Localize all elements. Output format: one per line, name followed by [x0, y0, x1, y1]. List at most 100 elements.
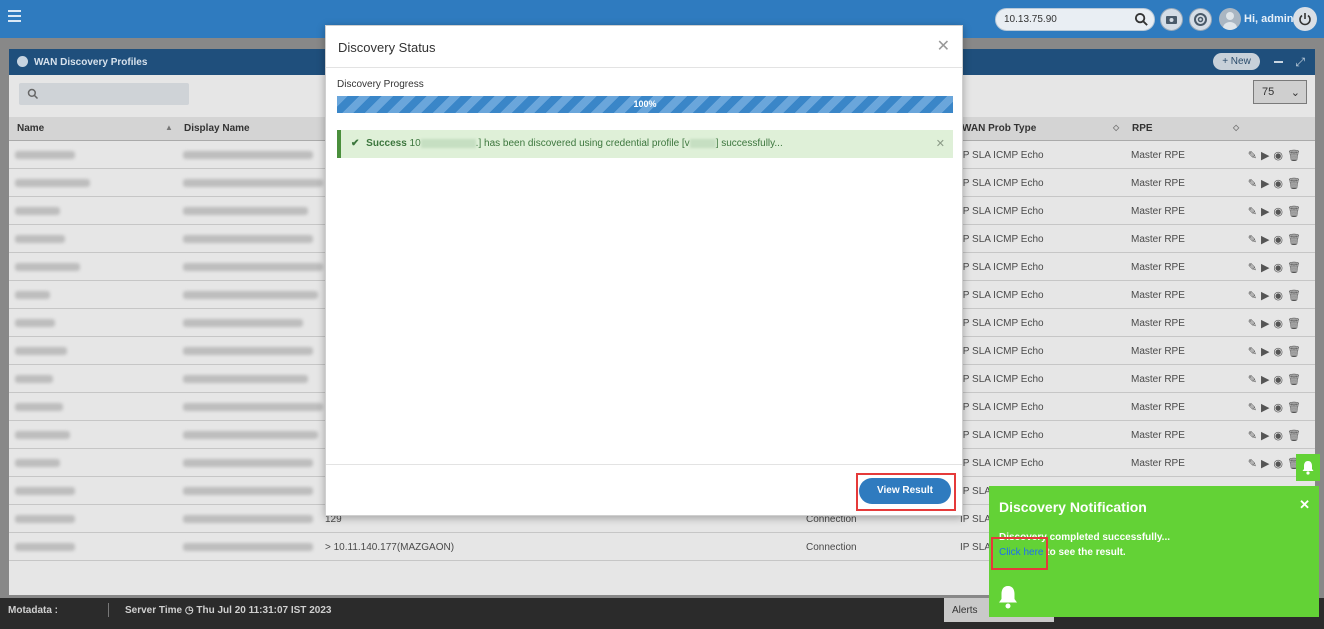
trash-icon[interactable]: 🗑	[1287, 345, 1301, 358]
rpe-cell: Master RPE	[1131, 402, 1185, 413]
edit-icon[interactable]: ✎	[1248, 317, 1257, 330]
global-search-input[interactable]: 10.13.75.90	[995, 8, 1155, 31]
avatar[interactable]	[1219, 8, 1241, 30]
redacted-display-name	[183, 235, 313, 243]
play-icon[interactable]: ▶	[1261, 429, 1269, 442]
trash-icon[interactable]: 🗑	[1287, 401, 1301, 414]
progress-label: Discovery Progress	[337, 79, 424, 90]
edit-icon[interactable]: ✎	[1248, 429, 1257, 442]
column-display-name[interactable]: Display Name	[184, 123, 250, 134]
display-name-cell: > 10.11.140.177(MAZGAON)	[325, 542, 455, 553]
chevron-down-icon: ⌄	[1290, 87, 1300, 99]
view-icon[interactable]: ◉	[1273, 149, 1283, 162]
maximize-icon[interactable]: ⤢	[1295, 55, 1305, 70]
rpe-cell: Master RPE	[1131, 262, 1185, 273]
sort-icon[interactable]: ◇	[1233, 123, 1239, 132]
power-icon[interactable]	[1293, 7, 1317, 31]
play-icon[interactable]: ▶	[1261, 233, 1269, 246]
column-wan-prob-type[interactable]: WAN Prob Type	[962, 123, 1036, 134]
column-rpe[interactable]: RPE	[1132, 123, 1153, 134]
redacted-name	[15, 179, 90, 187]
trash-icon[interactable]: 🗑	[1287, 205, 1301, 218]
bell-icon	[999, 586, 1017, 609]
trash-icon[interactable]: 🗑	[1287, 373, 1301, 386]
play-icon[interactable]: ▶	[1261, 317, 1269, 330]
alert-close-icon[interactable]: ✕	[936, 137, 945, 150]
rpe-cell: Master RPE	[1131, 290, 1185, 301]
wan-prob-type-cell: IP SLA	[960, 514, 991, 525]
alert-ip-prefix: 10	[409, 138, 421, 149]
trash-icon[interactable]: 🗑	[1287, 233, 1301, 246]
search-icon[interactable]	[1134, 12, 1149, 27]
page-size-value: 75	[1262, 86, 1275, 98]
edit-icon[interactable]: ✎	[1248, 457, 1257, 470]
rpe-cell: Master RPE	[1131, 346, 1185, 357]
view-icon[interactable]: ◉	[1273, 401, 1283, 414]
view-icon[interactable]: ◉	[1273, 289, 1283, 302]
minimize-icon[interactable]	[1274, 61, 1283, 63]
edit-icon[interactable]: ✎	[1248, 205, 1257, 218]
column-name[interactable]: Name	[17, 123, 44, 134]
trash-icon[interactable]: 🗑	[1287, 429, 1301, 442]
rpe-cell: Master RPE	[1131, 234, 1185, 245]
view-icon[interactable]: ◉	[1273, 261, 1283, 274]
wan-prob-type-cell: IP SLA ICMP Echo	[960, 234, 1044, 245]
view-icon[interactable]: ◉	[1273, 205, 1283, 218]
play-icon[interactable]: ▶	[1261, 345, 1269, 358]
view-icon[interactable]: ◉	[1273, 457, 1283, 470]
view-icon[interactable]: ◉	[1273, 429, 1283, 442]
edit-icon[interactable]: ✎	[1248, 373, 1257, 386]
camera-icon[interactable]	[1160, 8, 1183, 31]
notification-tab[interactable]	[1296, 454, 1320, 481]
sort-asc-icon[interactable]: ▲	[165, 123, 173, 132]
success-alert: ✔ Success 10 .] has been discovered using…	[337, 130, 953, 158]
play-icon[interactable]: ▶	[1261, 177, 1269, 190]
wan-prob-type-cell: IP SLA ICMP Echo	[960, 290, 1044, 301]
divider	[108, 603, 109, 617]
trash-icon[interactable]: 🗑	[1287, 149, 1301, 162]
trash-icon[interactable]: 🗑	[1287, 317, 1301, 330]
view-icon[interactable]: ◉	[1273, 317, 1283, 330]
play-icon[interactable]: ▶	[1261, 401, 1269, 414]
row-actions: ✎ ▶ ◉ 🗑	[1248, 289, 1301, 302]
trash-icon[interactable]: 🗑	[1287, 289, 1301, 302]
edit-icon[interactable]: ✎	[1248, 177, 1257, 190]
edit-icon[interactable]: ✎	[1248, 345, 1257, 358]
play-icon[interactable]: ▶	[1261, 457, 1269, 470]
close-icon[interactable]: ✕	[1299, 497, 1310, 513]
redacted-display-name	[183, 487, 313, 495]
play-icon[interactable]: ▶	[1261, 261, 1269, 274]
redacted-name	[15, 235, 65, 243]
edit-icon[interactable]: ✎	[1248, 401, 1257, 414]
page-size-select[interactable]: 75 ⌄	[1253, 80, 1307, 104]
help-icon[interactable]	[1189, 8, 1212, 31]
play-icon[interactable]: ▶	[1261, 205, 1269, 218]
wan-prob-type-cell: IP SLA ICMP Echo	[960, 430, 1044, 441]
redacted-ip	[420, 138, 476, 148]
play-icon[interactable]: ▶	[1261, 289, 1269, 302]
redacted-name	[15, 459, 60, 467]
close-icon[interactable]: ✕	[937, 36, 950, 56]
trash-icon[interactable]: 🗑	[1287, 261, 1301, 274]
global-search-value: 10.13.75.90	[1004, 14, 1057, 25]
rpe-cell: Master RPE	[1131, 206, 1185, 217]
edit-icon[interactable]: ✎	[1248, 233, 1257, 246]
user-greeting[interactable]: Hi, admin	[1244, 13, 1294, 25]
view-icon[interactable]: ◉	[1273, 177, 1283, 190]
view-icon[interactable]: ◉	[1273, 373, 1283, 386]
edit-icon[interactable]: ✎	[1248, 261, 1257, 274]
trash-icon[interactable]: 🗑	[1287, 177, 1301, 190]
new-profile-button[interactable]: + New	[1213, 53, 1260, 70]
hamburger-menu-icon[interactable]	[8, 10, 21, 22]
edit-icon[interactable]: ✎	[1248, 289, 1257, 302]
edit-icon[interactable]: ✎	[1248, 149, 1257, 162]
search-icon	[27, 88, 39, 100]
play-icon[interactable]: ▶	[1261, 373, 1269, 386]
view-icon[interactable]: ◉	[1273, 345, 1283, 358]
table-search-input[interactable]	[19, 83, 189, 105]
view-icon[interactable]: ◉	[1273, 233, 1283, 246]
play-icon[interactable]: ▶	[1261, 149, 1269, 162]
redacted-display-name	[183, 403, 323, 411]
sort-icon[interactable]: ◇	[1113, 123, 1119, 132]
wan-prob-type-cell: IP SLA ICMP Echo	[960, 206, 1044, 217]
